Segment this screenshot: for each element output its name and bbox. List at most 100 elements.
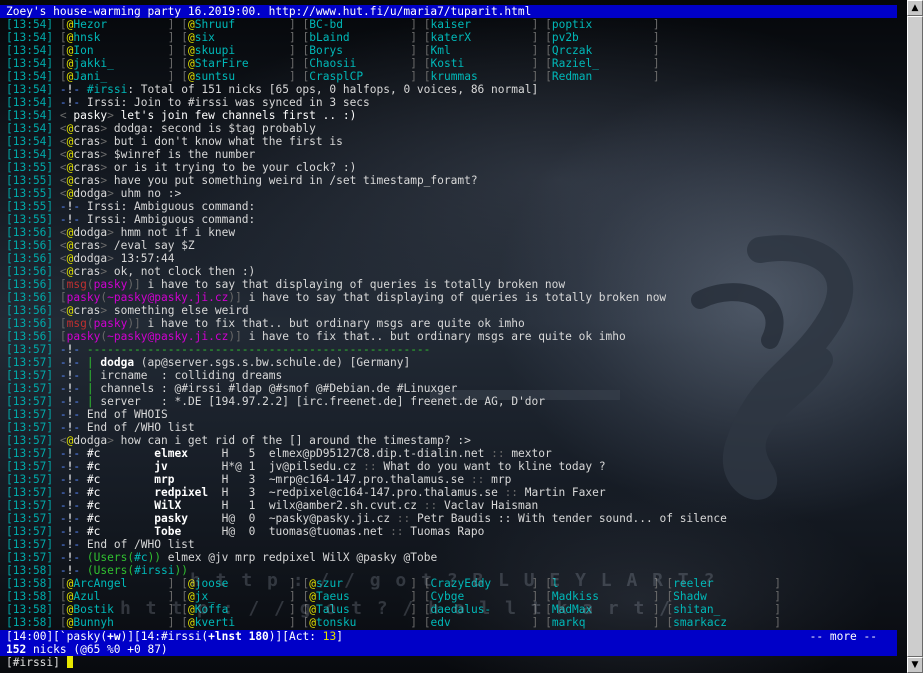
nick-entry: Ion — [73, 44, 168, 57]
who-realname: mextor — [511, 447, 552, 460]
whois-country: Germany — [356, 356, 404, 369]
who-nick: elmex — [154, 447, 188, 460]
input-line[interactable]: [#irssi] — [6, 656, 73, 669]
nick: dodga — [73, 187, 108, 200]
bracket: > — [107, 252, 114, 265]
bracket: [ — [181, 18, 188, 31]
scrollbar-thumb[interactable] — [907, 16, 923, 657]
arrow-dash: - — [59, 408, 67, 421]
info-text: : Total of 151 nicks [65 ops, 0 halfops,… — [127, 83, 539, 96]
users-line: [13:57] -!- (Users(#c)) elmex @jv mrp re… — [6, 551, 901, 564]
arrow-dash: - — [59, 551, 67, 564]
arrow-down-icon[interactable]: ▼ — [907, 657, 923, 673]
status-umode: +w — [107, 630, 121, 643]
bracket: ] — [652, 70, 660, 83]
nick: cras — [73, 304, 101, 317]
chat-log: [13:54] [@Hezor ] [@Shruuf ] [BC-bd ] [k… — [6, 18, 901, 629]
nick-entry: Redman — [551, 70, 653, 83]
bracket: < — [59, 226, 67, 239]
bracket: [ — [59, 590, 67, 603]
bracket: [ — [181, 590, 188, 603]
who-row: [13:57] -!- #c Tobe H@ 0 tuomas@tuomas.n… — [6, 525, 901, 538]
nick: dodga — [73, 434, 108, 447]
nick-entry: Borys — [309, 44, 411, 57]
nick-entry: Shadw — [673, 590, 775, 603]
timestamp: [13:56] — [6, 291, 54, 304]
nick: cras — [73, 135, 101, 148]
bracket: < — [59, 148, 67, 161]
who-realname: Vaclav Haisman — [443, 499, 539, 512]
irssi-terminal[interactable]: Zoey's house-warming party 16.2019:00. h… — [0, 0, 907, 673]
bracket: [ — [423, 18, 431, 31]
paren: ( — [86, 551, 94, 564]
op-sign: @ — [187, 603, 195, 616]
message-line: [13:55] <@cras> have you put something w… — [6, 174, 901, 187]
who-nick: redpixel — [154, 486, 209, 499]
nick-entry: kaiser — [430, 18, 532, 31]
message-line: [13:56] <@cras> something else weird — [6, 304, 901, 317]
timestamp: [13:57] — [6, 447, 54, 460]
bracket: ] — [289, 18, 296, 31]
timestamp: [13:54] — [6, 31, 54, 44]
op-sign: @ — [309, 577, 316, 590]
value: *.DE — [174, 395, 202, 408]
nick-entry: Kosti — [430, 57, 532, 70]
msg-label: msg — [66, 317, 87, 330]
paren: ( — [86, 317, 94, 330]
colon: : — [161, 382, 175, 395]
arrow-dash: - — [59, 512, 67, 525]
bracket: < — [59, 265, 67, 278]
who-row: [13:57] -!- #c redpixel H 3 ~redpixel@c1… — [6, 486, 901, 499]
arrow-dash: - — [59, 369, 67, 382]
arrow-dash: - — [59, 421, 67, 434]
who-flags: H@ 0 — [221, 525, 256, 538]
input-prompt: [#irssi] — [6, 656, 67, 669]
paren: ( — [86, 564, 94, 577]
arrow-dash: - — [73, 83, 87, 96]
bracket: > — [107, 109, 114, 122]
message-line: [13:56] [pasky(~pasky@pasky.ji.cz)] i ha… — [6, 330, 901, 343]
nick-entry: Shruuf — [194, 18, 289, 31]
names-row: [13:58] [@Azul ] [@jx_ ] [@Taeus ] [Cybg… — [6, 590, 901, 603]
scrollbar[interactable]: ▲ ▼ — [907, 0, 923, 673]
timestamp: [13:57] — [6, 473, 54, 486]
message-line: [13:54] <@cras> but i don't know what th… — [6, 135, 901, 148]
timestamp: [13:56] — [6, 239, 54, 252]
status-bar: [14:00][`pasky(+w)][14:#irssi(+lnst 180)… — [0, 630, 897, 643]
arrow-dash: - — [73, 369, 87, 382]
whois-server: [13:57] -!- | server : *.DE [194.97.2.2]… — [6, 395, 901, 408]
bracket: [ — [181, 577, 188, 590]
nick: cras — [73, 239, 101, 252]
channel-name: #irssi — [134, 564, 175, 577]
arrow-dash: - — [59, 499, 67, 512]
timestamp: [13:54] — [6, 109, 54, 122]
bracket: [ — [545, 616, 552, 629]
arrow-up-icon[interactable]: ▲ — [907, 0, 923, 16]
whois-host: ap@server.sgs.s.bw.schule.de — [147, 356, 337, 369]
message-text: i have to fix that.. but ordinary msgs a… — [140, 317, 525, 330]
pipe: | — [86, 395, 101, 408]
value: [irc.freenet.de] — [295, 395, 404, 408]
bracket: < — [59, 239, 67, 252]
bracket: [ — [423, 603, 431, 616]
nick: cras — [73, 148, 101, 161]
